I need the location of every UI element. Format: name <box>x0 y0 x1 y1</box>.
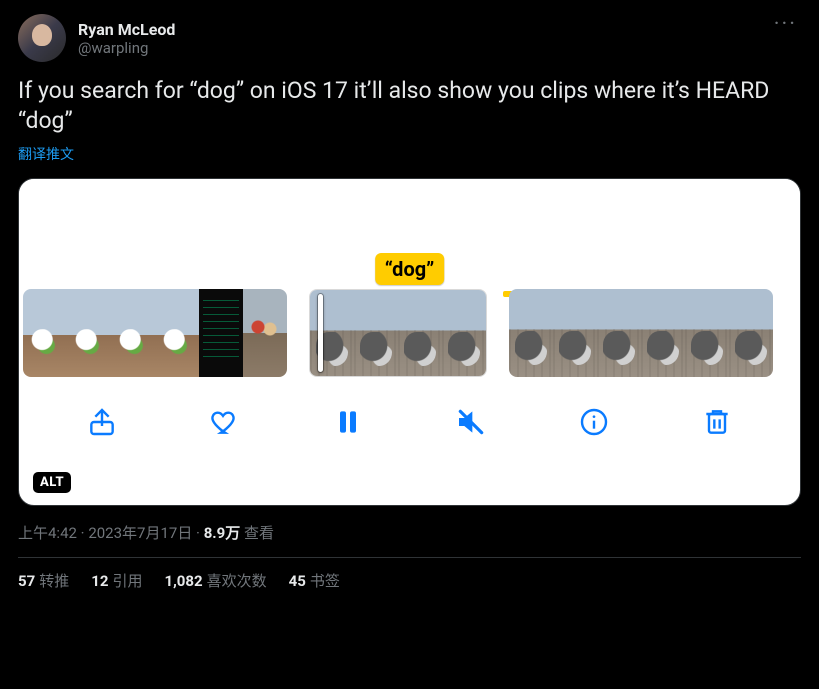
media-toolbar <box>19 377 800 467</box>
timeline-frame <box>243 289 287 377</box>
tweet-meta: 上午4:42 · 2023年7月17日 · 8.9万 查看 <box>18 522 801 543</box>
share-icon[interactable] <box>83 403 121 441</box>
timeline-frame <box>641 289 685 377</box>
heart-icon[interactable] <box>206 403 244 441</box>
author-handle: @warpling <box>78 39 175 57</box>
timeline-frame <box>597 289 641 377</box>
playhead-indicator[interactable] <box>318 294 323 372</box>
timeline-frame <box>155 289 199 377</box>
clip-group-1[interactable] <box>23 289 287 377</box>
timeline-frame <box>67 289 111 377</box>
trash-icon[interactable] <box>698 403 736 441</box>
avatar[interactable] <box>18 14 66 62</box>
views-label: 查看 <box>244 524 274 542</box>
tweet-header: Ryan McLeod @warpling <box>18 14 801 62</box>
views-count: 8.9万 <box>204 524 241 542</box>
timeline-frame <box>729 289 773 377</box>
quotes-stat[interactable]: 12引用 <box>91 570 142 591</box>
alt-badge[interactable]: ALT <box>33 472 71 493</box>
author-block[interactable]: Ryan McLeod @warpling <box>78 14 175 62</box>
bookmarks-stat[interactable]: 45书签 <box>289 570 340 591</box>
caption-chip: “dog” <box>375 253 445 285</box>
clip-group-3[interactable] <box>509 289 773 377</box>
author-display-name: Ryan McLeod <box>78 20 175 39</box>
timeline-frame <box>398 290 442 377</box>
mute-icon[interactable] <box>452 403 490 441</box>
stats-row: 57转推 12引用 1,082喜欢次数 45书签 <box>18 570 801 591</box>
likes-stat[interactable]: 1,082喜欢次数 <box>164 570 266 591</box>
timeline-frame <box>509 289 553 377</box>
tweet-container: ··· Ryan McLeod @warpling If you search … <box>0 0 819 601</box>
video-timeline[interactable] <box>19 289 800 377</box>
timeline-frame <box>111 289 155 377</box>
timeline-frame <box>685 289 729 377</box>
timeline-frame <box>23 289 67 377</box>
timeline-frame <box>199 289 243 377</box>
pause-icon[interactable] <box>329 403 367 441</box>
more-options-button[interactable]: ··· <box>774 12 797 37</box>
tweet-body-text: If you search for “dog” on iOS 17 it’ll … <box>18 76 801 136</box>
translate-link[interactable]: 翻译推文 <box>18 144 74 164</box>
retweets-stat[interactable]: 57转推 <box>18 570 69 591</box>
timeline-frame <box>354 290 398 377</box>
timeline-frame <box>310 290 354 377</box>
info-icon[interactable] <box>575 403 613 441</box>
tweet-time[interactable]: 上午4:42 <box>18 524 77 542</box>
divider <box>18 557 801 558</box>
media-attachment[interactable]: “dog” <box>18 178 801 506</box>
media-whitespace: “dog” <box>19 179 800 289</box>
timeline-frame <box>442 290 486 377</box>
clip-group-2-active[interactable] <box>309 289 487 377</box>
timeline-frame <box>553 289 597 377</box>
tweet-date[interactable]: 2023年7月17日 <box>88 524 192 542</box>
